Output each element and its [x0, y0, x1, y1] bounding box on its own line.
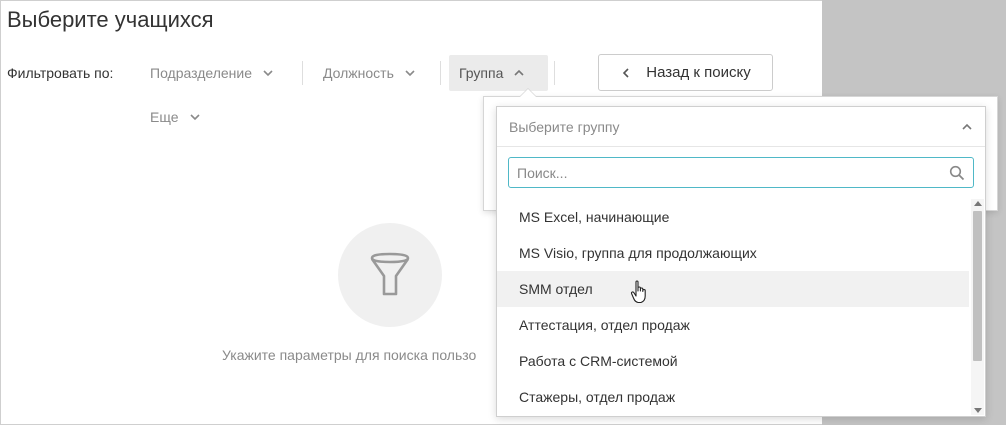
list-item[interactable]: MS Visio, группа для продолжающих: [497, 235, 969, 271]
list-item[interactable]: MS Excel, начинающие: [497, 199, 969, 235]
filter-group[interactable]: Группа: [449, 55, 548, 91]
filter-division-label: Подразделение: [150, 65, 253, 81]
hand-pointer-icon: [630, 280, 646, 304]
chevron-up-icon: [962, 123, 972, 130]
filter-position[interactable]: Должность: [313, 55, 426, 91]
empty-state-circle: [338, 223, 442, 327]
scroll-down-arrow-icon[interactable]: [974, 408, 982, 413]
back-to-search-label: Назад к поиску: [646, 64, 751, 81]
empty-state-hint: Укажите параметры для поиска пользо: [222, 347, 477, 363]
group-list: MS Excel, начинающие MS Visio, группа дл…: [497, 199, 969, 415]
list-item[interactable]: Работа с CRM-системой: [497, 343, 969, 379]
list-item[interactable]: SMM отдел: [497, 271, 969, 307]
chevron-down-icon: [405, 70, 415, 77]
dropdown-pointer-inner: [520, 89, 536, 97]
chevron-down-icon: [263, 70, 273, 77]
filter-separator: [554, 61, 555, 85]
filter-separator: [302, 61, 303, 85]
filter-group-label: Группа: [459, 65, 504, 81]
group-search-box[interactable]: [508, 157, 974, 188]
filter-more-label: Еще: [150, 109, 179, 125]
group-select-placeholder: Выберите группу: [509, 118, 620, 135]
filter-more[interactable]: Еще: [140, 99, 211, 135]
search-icon: [949, 165, 965, 180]
funnel-icon: [370, 252, 410, 296]
list-scrollbar[interactable]: [971, 199, 984, 415]
list-item[interactable]: Стажеры, отдел продаж: [497, 379, 969, 415]
chevron-up-icon: [514, 69, 524, 76]
group-select: Выберите группу MS Excel, начинающие MS …: [496, 106, 986, 417]
scroll-up-arrow-icon[interactable]: [974, 201, 982, 206]
page-title: Выберите учащихся: [7, 7, 214, 32]
filter-position-label: Должность: [323, 65, 394, 81]
list-item[interactable]: Аттестация, отдел продаж: [497, 307, 969, 343]
scroll-thumb[interactable]: [973, 211, 982, 361]
filter-division[interactable]: Подразделение: [140, 55, 284, 91]
chevron-left-icon: [623, 67, 629, 78]
back-to-search-button[interactable]: Назад к поиску: [598, 54, 773, 91]
chevron-down-icon: [189, 114, 200, 121]
group-select-header[interactable]: Выберите группу: [497, 107, 985, 147]
group-search-input[interactable]: [517, 164, 949, 181]
filter-label: Фильтровать по:: [7, 65, 114, 81]
filter-separator: [440, 61, 441, 85]
